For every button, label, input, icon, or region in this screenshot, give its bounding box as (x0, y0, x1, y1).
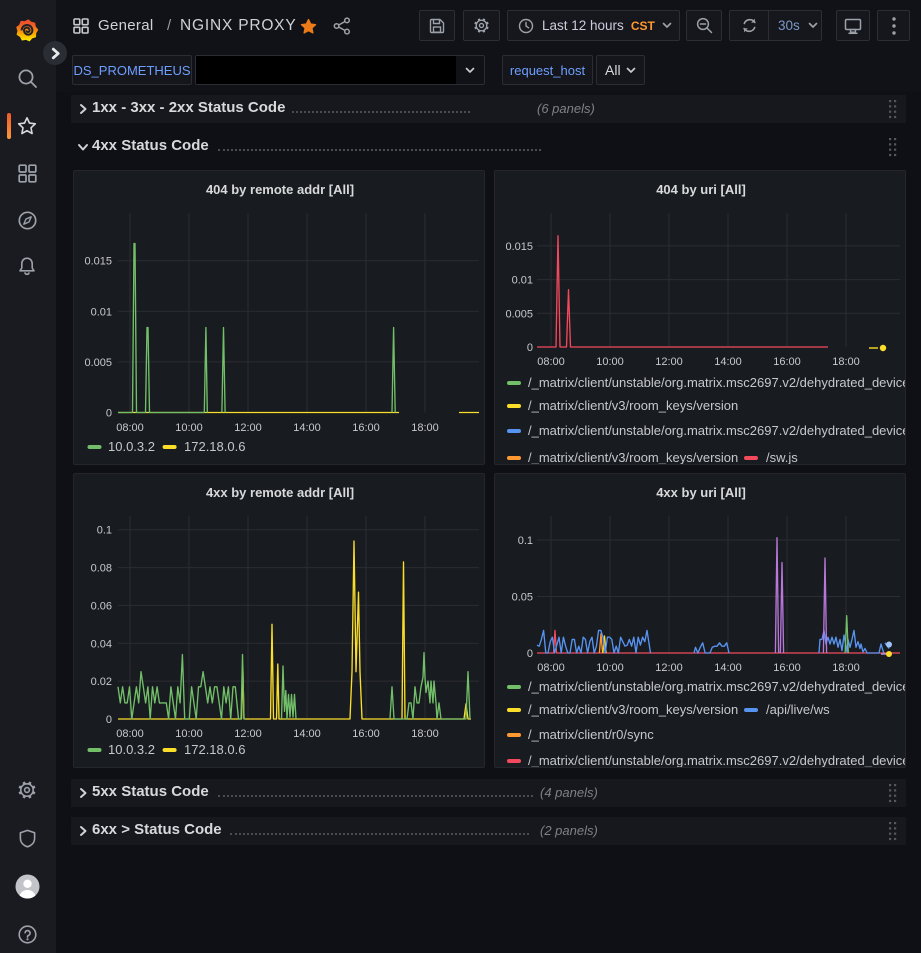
svg-text:16:00: 16:00 (352, 728, 380, 740)
svg-text:0.1: 0.1 (518, 535, 533, 547)
svg-text:10.0.3.2: 10.0.3.2 (108, 439, 155, 454)
svg-text:10.0.3.2: 10.0.3.2 (108, 742, 155, 757)
svg-text:0: 0 (106, 408, 112, 420)
svg-text:12:00: 12:00 (655, 662, 683, 674)
svg-text:10:00: 10:00 (596, 662, 624, 674)
svg-text:14:00: 14:00 (714, 356, 742, 368)
svg-text:404 by uri [All]: 404 by uri [All] (656, 182, 746, 197)
svg-text:4xx by uri [All]: 4xx by uri [All] (656, 485, 746, 500)
svg-text:0.005: 0.005 (505, 308, 533, 320)
svg-text:0: 0 (527, 648, 533, 660)
svg-text:0.02: 0.02 (91, 676, 112, 688)
svg-text:10:00: 10:00 (175, 728, 203, 740)
svg-text:/_matrix/client/r0/sync: /_matrix/client/r0/sync (528, 727, 654, 742)
svg-text:/_matrix/client/v3/room_keys/v: /_matrix/client/v3/room_keys/version (528, 702, 738, 717)
svg-text:14:00: 14:00 (293, 728, 321, 740)
svg-text:16:00: 16:00 (773, 662, 801, 674)
svg-text:172.18.0.6: 172.18.0.6 (184, 742, 245, 757)
svg-text:/api/live/ws: /api/live/ws (766, 702, 830, 717)
svg-text:4xx by remote addr [All]: 4xx by remote addr [All] (206, 485, 354, 500)
svg-text:/_matrix/client/v3/room_keys/v: /_matrix/client/v3/room_keys/version (528, 450, 738, 465)
svg-text:16:00: 16:00 (773, 356, 801, 368)
svg-text:10:00: 10:00 (175, 422, 203, 434)
svg-text:18:00: 18:00 (832, 356, 860, 368)
svg-text:0: 0 (106, 714, 112, 726)
svg-text:18:00: 18:00 (832, 662, 860, 674)
svg-text:12:00: 12:00 (655, 356, 683, 368)
svg-text:08:00: 08:00 (537, 662, 565, 674)
svg-text:0.01: 0.01 (512, 275, 533, 287)
svg-text:08:00: 08:00 (537, 356, 565, 368)
svg-text:0.04: 0.04 (91, 638, 112, 650)
svg-text:0.01: 0.01 (91, 306, 112, 318)
svg-text:08:00: 08:00 (116, 728, 144, 740)
svg-text:/_matrix/client/unstable/org.m: /_matrix/client/unstable/org.matrix.msc2… (528, 375, 906, 390)
svg-text:0.05: 0.05 (512, 592, 533, 604)
svg-text:0.005: 0.005 (84, 357, 112, 369)
svg-text:0.1: 0.1 (97, 525, 112, 537)
svg-text:0.015: 0.015 (505, 241, 533, 253)
svg-text:/sw.js: /sw.js (766, 450, 798, 465)
svg-text:10:00: 10:00 (596, 356, 624, 368)
svg-text:16:00: 16:00 (352, 422, 380, 434)
svg-text:0.015: 0.015 (84, 256, 112, 268)
svg-text:0.06: 0.06 (91, 600, 112, 612)
svg-text:/_matrix/client/unstable/org.m: /_matrix/client/unstable/org.matrix.msc2… (528, 679, 906, 694)
svg-text:14:00: 14:00 (714, 662, 742, 674)
svg-text:/_matrix/client/v3/room_keys/v: /_matrix/client/v3/room_keys/version (528, 398, 738, 413)
svg-text:0: 0 (527, 342, 533, 354)
svg-text:08:00: 08:00 (116, 422, 144, 434)
svg-text:172.18.0.6: 172.18.0.6 (184, 439, 245, 454)
svg-text:/_matrix/client/unstable/org.m: /_matrix/client/unstable/org.matrix.msc2… (528, 423, 906, 438)
svg-text:/_matrix/client/unstable/org.m: /_matrix/client/unstable/org.matrix.msc2… (528, 753, 906, 768)
svg-text:0.08: 0.08 (91, 563, 112, 575)
svg-text:18:00: 18:00 (411, 728, 439, 740)
svg-text:404 by remote addr [All]: 404 by remote addr [All] (206, 182, 354, 197)
svg-text:14:00: 14:00 (293, 422, 321, 434)
svg-text:18:00: 18:00 (411, 422, 439, 434)
svg-text:12:00: 12:00 (234, 422, 262, 434)
svg-text:12:00: 12:00 (234, 728, 262, 740)
